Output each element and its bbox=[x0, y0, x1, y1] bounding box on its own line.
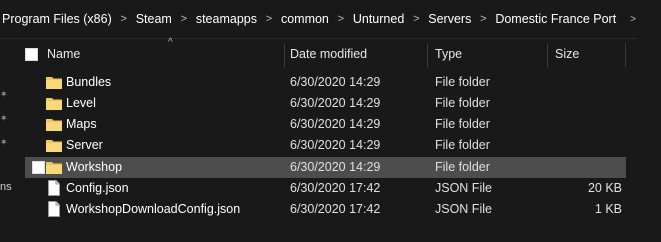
breadcrumb-common[interactable]: common bbox=[279, 12, 331, 26]
folder-icon bbox=[46, 77, 62, 89]
chevron-right-icon[interactable]: > bbox=[259, 13, 279, 25]
file-date: 6/30/2020 17:42 bbox=[290, 202, 381, 216]
file-name: Bundles bbox=[66, 75, 112, 89]
file-name: Workshop bbox=[66, 160, 123, 174]
list-item-selected[interactable]: Workshop 6/30/2020 14:29 File folder bbox=[25, 157, 626, 178]
breadcrumb-program-files[interactable]: Program Files (x86) bbox=[0, 12, 114, 26]
folder-icon bbox=[46, 162, 62, 174]
file-name: Config.json bbox=[66, 181, 129, 195]
file-name: Maps bbox=[66, 117, 97, 131]
navigation-pane: ✶ ✶ ✶ ns bbox=[0, 39, 12, 242]
file-name: WorkshopDownloadConfig.json bbox=[66, 202, 241, 216]
search-box-edge bbox=[636, 0, 661, 38]
select-all-checkbox[interactable] bbox=[25, 48, 38, 61]
column-date-modified[interactable]: Date modified bbox=[290, 39, 367, 69]
column-type[interactable]: Type bbox=[435, 39, 462, 69]
file-size bbox=[552, 72, 622, 93]
list-item[interactable]: Bundles 6/30/2020 14:29 File folder bbox=[25, 72, 626, 93]
file-type: JSON File bbox=[435, 202, 492, 216]
file-icon bbox=[48, 180, 60, 196]
breadcrumb-domestic-france-port[interactable]: Domestic France Port bbox=[493, 12, 618, 26]
file-icon bbox=[48, 201, 60, 217]
chevron-right-icon[interactable]: > bbox=[114, 13, 134, 25]
pin-icon[interactable]: ✶ bbox=[0, 113, 10, 123]
file-date: 6/30/2020 14:29 bbox=[290, 138, 381, 152]
file-size bbox=[552, 93, 622, 114]
folder-icon bbox=[46, 98, 62, 110]
file-type: File folder bbox=[435, 75, 490, 89]
file-date: 6/30/2020 17:42 bbox=[290, 181, 381, 195]
file-type: File folder bbox=[435, 117, 490, 131]
file-size bbox=[552, 135, 622, 156]
sort-up-icon: ^ bbox=[168, 37, 173, 48]
chevron-right-icon[interactable]: > bbox=[331, 13, 351, 25]
file-name: Server bbox=[66, 138, 103, 152]
column-divider[interactable] bbox=[427, 43, 428, 67]
file-name: Level bbox=[66, 96, 96, 110]
column-size[interactable]: Size bbox=[555, 39, 579, 69]
column-divider[interactable] bbox=[547, 43, 548, 67]
column-divider[interactable] bbox=[625, 43, 626, 67]
column-divider[interactable] bbox=[284, 43, 285, 67]
file-size bbox=[552, 157, 622, 178]
folder-icon bbox=[46, 140, 62, 152]
folder-icon bbox=[46, 119, 62, 131]
chevron-right-icon[interactable]: > bbox=[174, 13, 194, 25]
chevron-right-icon[interactable]: > bbox=[406, 13, 426, 25]
file-date: 6/30/2020 14:29 bbox=[290, 117, 381, 131]
breadcrumb-steam[interactable]: Steam bbox=[134, 12, 174, 26]
list-item[interactable]: Maps 6/30/2020 14:29 File folder bbox=[25, 114, 626, 135]
file-size bbox=[552, 114, 622, 135]
column-name[interactable]: Name bbox=[47, 39, 80, 69]
breadcrumb: Program Files (x86) > Steam > steamapps … bbox=[0, 0, 637, 39]
file-date: 6/30/2020 14:29 bbox=[290, 75, 381, 89]
file-date: 6/30/2020 14:29 bbox=[290, 160, 381, 174]
file-type: File folder bbox=[435, 160, 490, 174]
breadcrumb-unturned[interactable]: Unturned bbox=[351, 12, 406, 26]
file-type: File folder bbox=[435, 96, 490, 110]
nav-item-label[interactable]: ns bbox=[0, 181, 12, 193]
chevron-right-icon[interactable]: > bbox=[473, 13, 493, 25]
breadcrumb-steamapps[interactable]: steamapps bbox=[194, 12, 259, 26]
file-type: File folder bbox=[435, 138, 490, 152]
list-item[interactable]: Level 6/30/2020 14:29 File folder bbox=[25, 93, 626, 114]
file-size: 20 KB bbox=[587, 181, 622, 195]
file-type: JSON File bbox=[435, 181, 492, 195]
file-size: 1 KB bbox=[594, 202, 622, 216]
file-date: 6/30/2020 14:29 bbox=[290, 96, 381, 110]
column-header: ^ Name Date modified Type Size bbox=[18, 37, 661, 69]
breadcrumb-servers[interactable]: Servers bbox=[426, 12, 473, 26]
list-item[interactable]: Server 6/30/2020 14:29 File folder bbox=[25, 135, 626, 156]
pin-icon[interactable]: ✶ bbox=[0, 137, 10, 147]
list-item[interactable]: Config.json 6/30/2020 17:42 JSON File 20… bbox=[25, 178, 626, 199]
list-item[interactable]: WorkshopDownloadConfig.json 6/30/2020 17… bbox=[25, 199, 626, 220]
pin-icon[interactable]: ✶ bbox=[0, 89, 10, 99]
row-checkbox[interactable] bbox=[32, 161, 45, 174]
